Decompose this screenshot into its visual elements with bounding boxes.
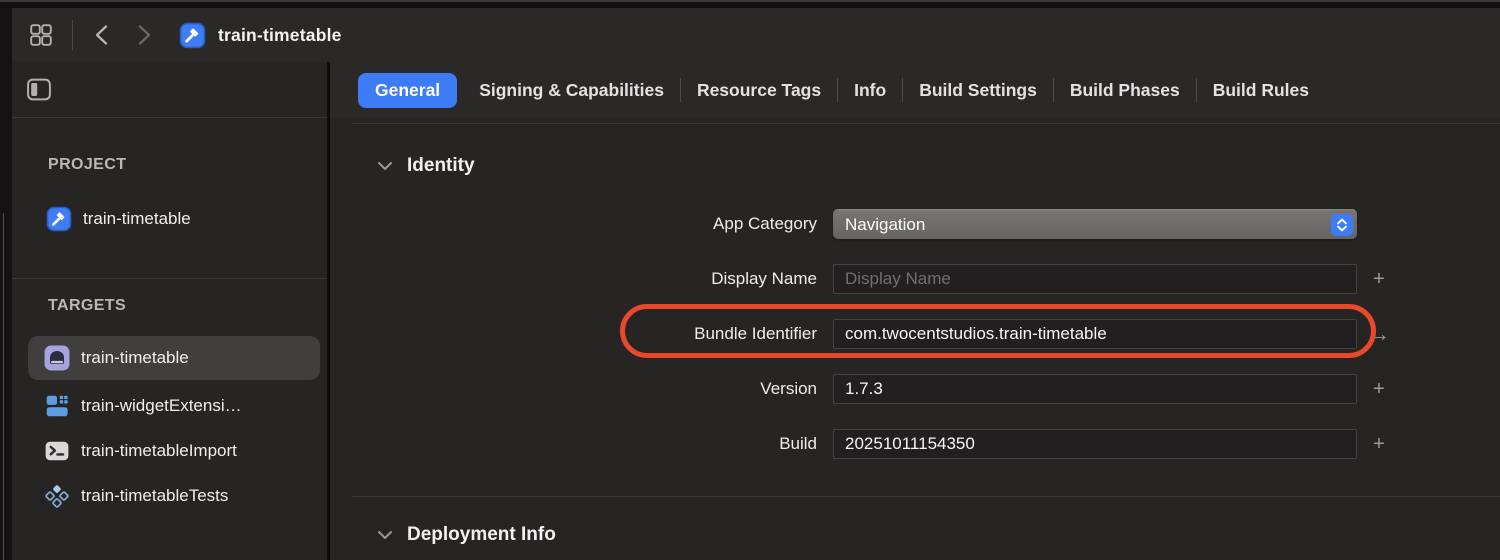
version-label: Version	[760, 379, 817, 398]
build-label: Build	[779, 434, 817, 453]
toolbar-separator	[72, 20, 73, 50]
popup-stepper-icon	[1331, 214, 1353, 236]
tests-icon	[44, 483, 70, 509]
app-category-label: App Category	[713, 214, 817, 233]
xcode-project-icon[interactable]	[179, 22, 206, 49]
toolbar: train-timetable	[12, 8, 1500, 62]
sidebar-divider	[12, 278, 327, 279]
field-placeholder: Display Name	[845, 269, 951, 288]
display-name-row: Display Name Display Name +	[330, 264, 1500, 294]
terminal-icon	[44, 438, 70, 464]
window-edge-line	[3, 213, 4, 560]
display-name-label: Display Name	[711, 269, 817, 288]
apps-grid-icon[interactable]	[28, 22, 54, 48]
tab-build-settings[interactable]: Build Settings	[905, 73, 1051, 108]
sidebar-item-target-train-timetableimport[interactable]: train-timetableImport	[44, 436, 327, 466]
display-name-field[interactable]: Display Name	[833, 264, 1357, 294]
content-divider	[352, 123, 1500, 124]
bundle-identifier-row: Bundle Identifier com.twocentstudios.tra…	[330, 319, 1500, 349]
tab-separator	[1052, 78, 1054, 102]
target-item-label: train-timetable	[81, 348, 189, 367]
sidebar-content: PROJECT train-timetable TARGETS train-ti…	[12, 118, 327, 560]
sidebar-toggle-icon[interactable]	[26, 77, 53, 102]
tab-separator	[1195, 78, 1197, 102]
back-chevron-icon[interactable]	[91, 22, 113, 48]
sidebar-item-target-train-timetabletests[interactable]: train-timetableTests	[44, 481, 327, 511]
add-button[interactable]: +	[1359, 268, 1399, 291]
bundle-identifier-field[interactable]: com.twocentstudios.train-timetable	[833, 319, 1357, 349]
deployment-info-section-header[interactable]: Deployment Info	[376, 524, 1500, 546]
field-value: 20251011154350	[845, 434, 975, 453]
app-category-popup[interactable]: Navigation	[833, 209, 1357, 239]
window-title: train-timetable	[218, 24, 342, 45]
tab-separator	[902, 78, 904, 102]
settings-tabbar: General Signing & Capabilities Resource …	[330, 62, 1500, 118]
xcode-window: train-timetable PROJECT train-timetable …	[12, 8, 1500, 560]
identity-rows: App Category Navigation Display Name Dis…	[330, 209, 1500, 459]
section-title: Deployment Info	[407, 524, 556, 545]
bundle-identifier-label: Bundle Identifier	[694, 324, 817, 343]
editor-area: General Signing & Capabilities Resource …	[330, 62, 1500, 560]
general-settings-content: Identity App Category Navigation Display…	[330, 118, 1500, 560]
tab-general[interactable]: General	[358, 72, 458, 108]
project-section-header: PROJECT	[48, 156, 127, 173]
sidebar-item-project-train-timetable[interactable]: train-timetable	[46, 204, 327, 234]
tab-info[interactable]: Info	[840, 73, 900, 108]
identity-section-header[interactable]: Identity	[376, 155, 1500, 177]
add-button[interactable]: +	[1359, 378, 1399, 401]
target-item-label: train-timetableImport	[81, 441, 237, 460]
field-value: com.twocentstudios.train-timetable	[845, 324, 1107, 343]
target-item-label: train-widgetExtensi…	[81, 396, 242, 415]
app-category-row: App Category Navigation	[330, 209, 1500, 239]
chevron-down-icon[interactable]	[376, 159, 394, 173]
app-target-icon	[44, 345, 70, 371]
popup-value: Navigation	[845, 214, 926, 234]
widget-extension-icon	[44, 393, 70, 419]
build-row: Build 20251011154350 +	[330, 429, 1500, 459]
jump-arrow-button[interactable]: →	[1359, 321, 1399, 347]
version-row: Version 1.7.3 +	[330, 374, 1500, 404]
sidebar-item-target-train-timetable[interactable]: train-timetable	[28, 336, 320, 380]
xcode-project-icon	[46, 206, 72, 232]
background-window-strip	[0, 0, 1500, 8]
project-navigator-sidebar: PROJECT train-timetable TARGETS train-ti…	[12, 62, 330, 560]
navigator-toggle-row	[12, 62, 327, 118]
project-item-label: train-timetable	[83, 209, 191, 228]
section-title: Identity	[407, 155, 475, 176]
background-window-edge	[0, 8, 12, 560]
tab-build-rules[interactable]: Build Rules	[1199, 73, 1323, 108]
build-field[interactable]: 20251011154350	[833, 429, 1357, 459]
tab-separator	[837, 78, 839, 102]
tab-signing-capabilities[interactable]: Signing & Capabilities	[465, 73, 678, 108]
field-value: 1.7.3	[845, 379, 883, 398]
target-item-label: train-timetableTests	[81, 486, 229, 505]
add-button[interactable]: +	[1359, 433, 1399, 456]
forward-chevron-icon[interactable]	[133, 22, 155, 48]
version-field[interactable]: 1.7.3	[833, 374, 1357, 404]
tab-separator	[679, 78, 681, 102]
chevron-down-icon[interactable]	[376, 528, 394, 542]
tab-resource-tags[interactable]: Resource Tags	[683, 73, 835, 108]
sidebar-item-target-train-widgetextension[interactable]: train-widgetExtensi…	[44, 391, 327, 421]
tab-build-phases[interactable]: Build Phases	[1056, 73, 1194, 108]
content-divider	[352, 496, 1500, 497]
targets-section-header: TARGETS	[48, 297, 127, 314]
